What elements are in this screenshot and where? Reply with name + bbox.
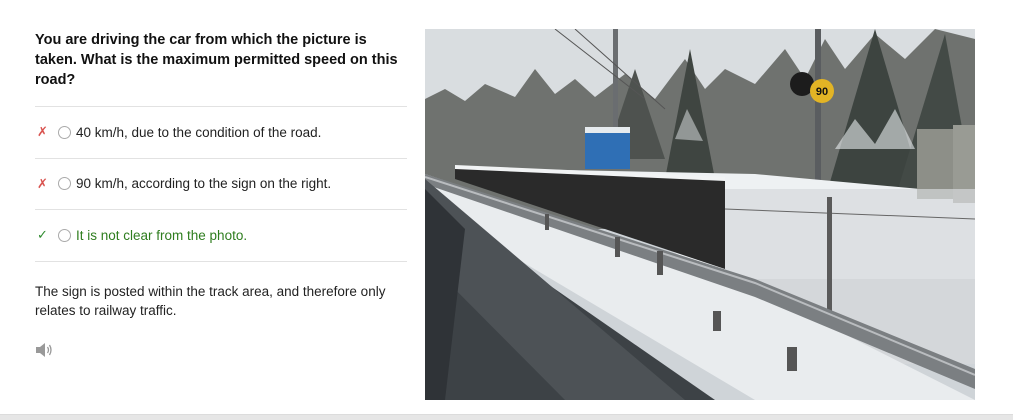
question-panel: You are driving the car from which the p… <box>35 30 407 358</box>
bottom-divider <box>0 414 1013 420</box>
wrong-mark-icon: ✗ <box>37 124 48 140</box>
answer-label: 90 km/h, according to the sign on the ri… <box>76 176 332 192</box>
check-mark-icon: ✓ <box>37 227 48 243</box>
radio-button[interactable] <box>58 228 71 242</box>
answer-option-3[interactable]: ✓ It is not clear from the photo. <box>35 210 407 262</box>
answer-list: ✗ 40 km/h, due to the condition of the r… <box>35 106 407 262</box>
wrong-mark-icon: ✗ <box>37 175 48 191</box>
radio-button[interactable] <box>58 125 71 139</box>
speaker-icon[interactable] <box>35 342 55 358</box>
answer-label: 40 km/h, due to the condition of the roa… <box>76 124 322 140</box>
answer-label: It is not clear from the photo. <box>76 227 248 243</box>
answer-option-1[interactable]: ✗ 40 km/h, due to the condition of the r… <box>35 107 407 159</box>
speed-sign-value: 90 <box>816 86 828 98</box>
explanation-text: The sign is posted within the track area… <box>35 283 386 318</box>
radio-button[interactable] <box>58 177 71 191</box>
road-photo: 90 <box>425 29 975 400</box>
question-text: You are driving the car from which the p… <box>35 32 398 88</box>
answer-option-2[interactable]: ✗ 90 km/h, according to the sign on the … <box>35 159 407 210</box>
